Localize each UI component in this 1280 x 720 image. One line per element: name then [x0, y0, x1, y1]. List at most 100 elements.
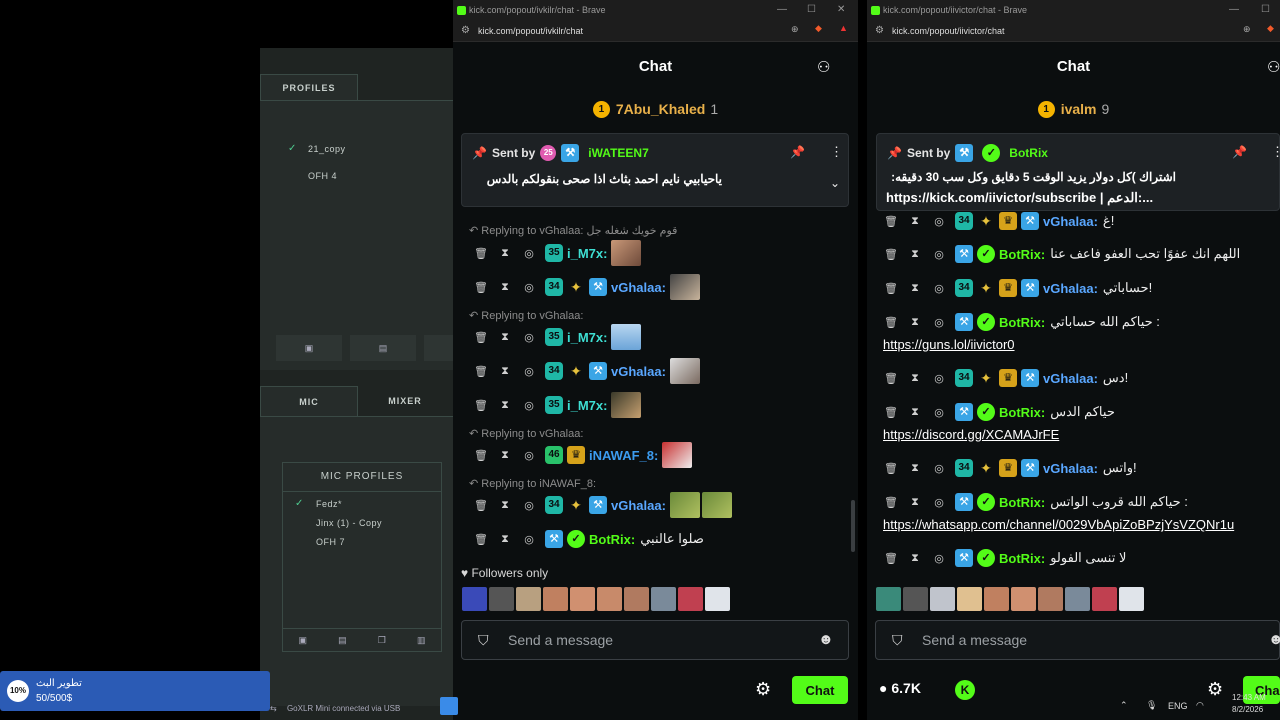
username[interactable]: BotRix: [999, 495, 1045, 510]
username[interactable]: vGhalaa: [611, 498, 666, 513]
ban-icon[interactable]: ◎ [521, 247, 537, 260]
save-profile-button[interactable]: ▣ [276, 335, 342, 361]
new-icon[interactable]: ▤ [338, 635, 347, 646]
chat-scrollbar[interactable] [851, 500, 855, 552]
delete-icon[interactable]: 🗑 [883, 462, 899, 475]
username[interactable]: BotRix: [999, 405, 1045, 420]
ban-icon[interactable]: ◎ [521, 533, 537, 546]
new-profile-button[interactable]: ▤ [350, 335, 416, 361]
reply-context[interactable]: ↶ Replying to vGhalaa: [469, 309, 583, 322]
ban-icon[interactable]: ◎ [931, 372, 947, 385]
users-icon[interactable]: ⚇ [817, 58, 830, 76]
avatar[interactable] [651, 587, 676, 611]
ban-icon[interactable]: ◎ [931, 248, 947, 261]
timeout-icon[interactable]: ⧗ [907, 552, 923, 565]
stream-goal-notification[interactable]: 10% تطوير البث 50/500$ [0, 671, 270, 711]
zoom-icon[interactable]: ⊕ [791, 24, 799, 35]
delete-icon[interactable]: 🗑 [473, 499, 489, 512]
avatar[interactable] [903, 587, 928, 611]
avatar[interactable] [543, 587, 568, 611]
ban-icon[interactable]: ◎ [521, 449, 537, 462]
username[interactable]: BotRix: [999, 315, 1045, 330]
avatar[interactable] [516, 587, 541, 611]
windows-start-icon[interactable] [440, 697, 458, 715]
timeout-icon[interactable]: ⧗ [497, 331, 513, 344]
tab-profiles[interactable]: PROFILES [260, 74, 358, 100]
delete-icon[interactable]: 🗑 [473, 331, 489, 344]
delete-icon[interactable]: 🗑 [883, 248, 899, 261]
username[interactable]: BotRix: [999, 247, 1045, 262]
avatar[interactable] [1092, 587, 1117, 611]
username[interactable]: vGhalaa: [1043, 371, 1098, 386]
username[interactable]: BotRix: [589, 532, 635, 547]
emoji-icon[interactable]: ☻ [818, 631, 834, 648]
message-input[interactable]: ⛉ Send a message ☻ [461, 620, 849, 660]
delete-icon[interactable]: 🗑 [473, 533, 489, 546]
username[interactable]: vGhalaa: [1043, 461, 1098, 476]
ban-icon[interactable]: ◎ [521, 365, 537, 378]
timeout-icon[interactable]: ⧗ [497, 247, 513, 260]
minimize-icon[interactable]: — [1229, 4, 1239, 15]
microphone-icon[interactable]: 🎙 [1146, 700, 1157, 711]
unpin-icon[interactable]: 📌 [790, 145, 805, 159]
maximize-icon[interactable]: ☐ [1261, 4, 1270, 15]
timeout-icon[interactable]: ⧗ [907, 372, 923, 385]
emoji-icon[interactable]: ☻ [1268, 631, 1280, 648]
avatar[interactable] [957, 587, 982, 611]
avatar[interactable] [705, 587, 730, 611]
delete-icon[interactable]: 🗑 [883, 316, 899, 329]
unpin-icon[interactable]: 📌 [1232, 145, 1247, 159]
pinned-user[interactable]: iWATEEN7 [588, 146, 648, 160]
delete-icon[interactable]: 🗑 [883, 372, 899, 385]
pinned-user[interactable]: BotRix [1009, 146, 1048, 160]
avatar[interactable] [570, 587, 595, 611]
close-icon[interactable]: ✕ [837, 4, 845, 15]
timeout-icon[interactable]: ⧗ [907, 282, 923, 295]
language-indicator[interactable]: ENG [1168, 701, 1188, 711]
brave-shield-icon[interactable]: ◆ [1267, 23, 1274, 34]
avatar[interactable] [984, 587, 1009, 611]
timeout-icon[interactable]: ⧗ [907, 215, 923, 228]
username[interactable]: iNAWAF_8: [589, 448, 658, 463]
wifi-icon[interactable]: ◠ [1196, 700, 1204, 711]
site-info-icon[interactable]: ⚙ [875, 25, 884, 36]
profile-item[interactable]: 21_copy [308, 144, 346, 154]
zoom-icon[interactable]: ⊕ [1243, 24, 1251, 35]
more-options-icon[interactable]: ⋮ [1271, 144, 1280, 160]
mic-profile-item[interactable]: Jinx (1) - Copy [316, 518, 382, 528]
avatar[interactable] [597, 587, 622, 611]
message-link[interactable]: https://guns.lol/iivictor0 [883, 337, 1015, 352]
delete-icon[interactable]: 🗑 [883, 496, 899, 509]
delete-icon[interactable]: 🗑 [883, 282, 899, 295]
username[interactable]: i_M7x: [567, 246, 607, 261]
ban-icon[interactable]: ◎ [521, 399, 537, 412]
ban-icon[interactable]: ◎ [521, 499, 537, 512]
tab-mixer[interactable]: MIXER [360, 386, 450, 416]
reply-context[interactable]: ↶ Replying to vGhalaa: [469, 427, 583, 440]
mic-profile-item[interactable]: OFH 7 [316, 537, 345, 547]
tray-chevron-icon[interactable]: ⌃ [1120, 700, 1128, 711]
message-link[interactable]: https://whatsapp.com/channel/0029VbApiZo… [883, 517, 1234, 532]
avatar[interactable] [1065, 587, 1090, 611]
avatar[interactable] [489, 587, 514, 611]
avatar[interactable] [678, 587, 703, 611]
reply-context[interactable]: ↶ Replying to vGhalaa: قوم خويك شغله جل [469, 224, 677, 237]
reply-context[interactable]: ↶ Replying to iNAWAF_8: [469, 477, 596, 490]
address-bar[interactable]: ⚙ kick.com/popout/ivkilr/chat ⊕ ◆ ▲ [453, 20, 858, 42]
delete-icon[interactable]: 🗑 [473, 449, 489, 462]
avatar[interactable] [1038, 587, 1063, 611]
timeout-icon[interactable]: ⧗ [907, 406, 923, 419]
chat-send-button[interactable]: Chat [792, 676, 848, 704]
delete-icon[interactable]: ▥ [417, 635, 426, 646]
settings-icon[interactable]: ⚙ [755, 679, 771, 700]
username[interactable]: vGhalaa: [1043, 214, 1098, 229]
ban-icon[interactable]: ◎ [931, 316, 947, 329]
avatar[interactable] [930, 587, 955, 611]
timeout-icon[interactable]: ⧗ [907, 462, 923, 475]
site-info-icon[interactable]: ⚙ [461, 25, 470, 36]
users-icon[interactable]: ⚇ [1267, 58, 1280, 76]
delete-icon[interactable]: 🗑 [883, 406, 899, 419]
avatar[interactable] [624, 587, 649, 611]
delete-icon[interactable]: 🗑 [473, 399, 489, 412]
clock-date[interactable]: 8/2/2026 [1232, 705, 1263, 714]
